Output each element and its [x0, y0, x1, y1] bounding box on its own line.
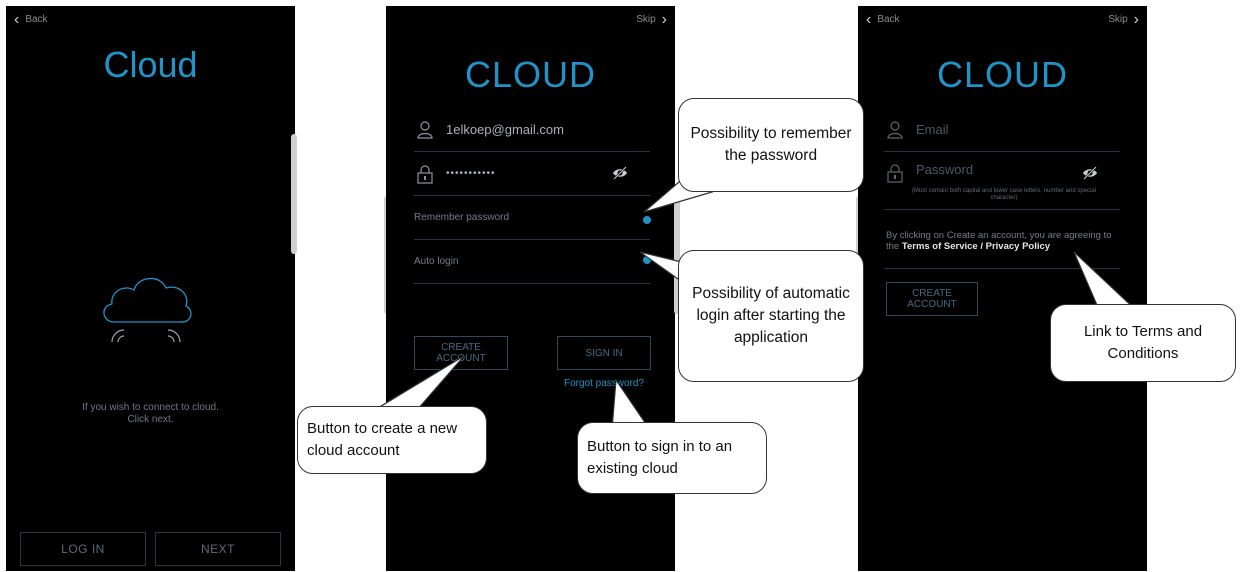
- callout-autologin: Possibility of automatic login after sta…: [678, 250, 864, 382]
- callout-remember: Possibility to remember the password: [678, 98, 864, 192]
- callout-create-account: Button to create a new cloud account: [297, 406, 487, 474]
- callout-sign-in: Button to sign in to an existing cloud: [577, 422, 767, 494]
- callout-terms: Link to Terms and Conditions: [1050, 304, 1236, 382]
